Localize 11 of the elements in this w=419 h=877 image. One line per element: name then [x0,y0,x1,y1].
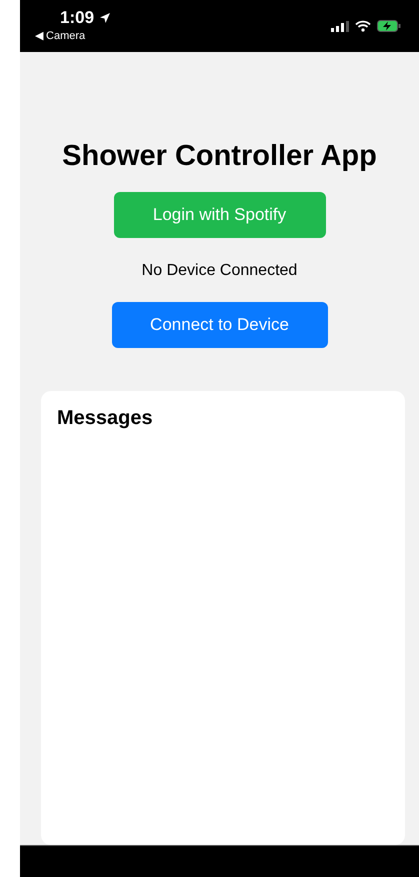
connect-button[interactable]: Connect to Device [112,302,328,348]
location-arrow-icon [99,12,112,24]
messages-title: Messages [57,407,153,430]
signal-icon [331,20,349,32]
login-button[interactable]: Login with Spotify [114,192,326,238]
device-status: No Device Connected [142,262,298,280]
battery-charging-icon [377,20,401,32]
clock-time: 1:09 [60,8,94,28]
back-link[interactable]: ◀ Camera [35,29,112,42]
app-title: Shower Controller App [62,140,377,173]
wifi-icon [355,20,371,32]
